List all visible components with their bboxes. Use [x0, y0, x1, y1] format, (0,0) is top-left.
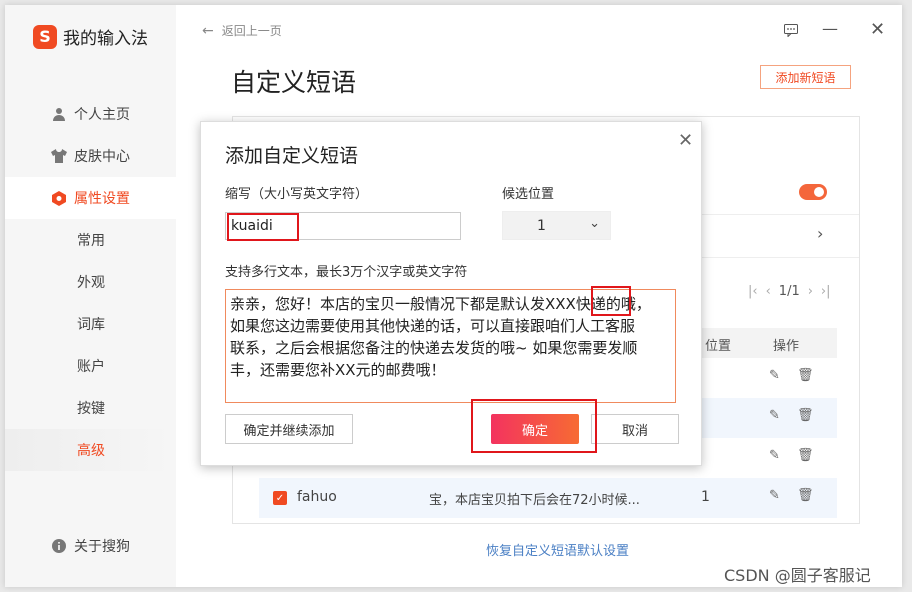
sidebar-item-label: 皮肤中心	[74, 149, 130, 165]
edit-icon[interactable]: ✎	[769, 408, 780, 423]
sidebar-item-skins[interactable]: 皮肤中心	[5, 135, 176, 177]
row-abbr: fahuo	[297, 489, 337, 505]
chevron-down-icon: ⌄	[589, 216, 600, 231]
last-page-icon[interactable]: ›|	[821, 284, 831, 299]
trash-icon[interactable]: 🗑	[797, 448, 814, 463]
highlight-box-confirm	[471, 399, 597, 453]
sidebar-sub-advanced[interactable]: 高级	[5, 429, 176, 471]
sidebar: S 我的输入法 个人主页 皮肤中心 属性设置 常用 外观 词库 账户 按键 高级	[5, 5, 176, 587]
app-logo: S 我的输入法	[33, 24, 148, 49]
row-checkbox[interactable]: ✓	[273, 491, 287, 505]
prev-page-icon[interactable]: ‹	[766, 284, 771, 299]
sidebar-item-about[interactable]: 关于搜狗	[5, 525, 176, 567]
feedback-icon[interactable]	[784, 22, 798, 41]
highlight-box-abbr	[227, 213, 299, 241]
shirt-icon	[51, 148, 67, 164]
close-icon[interactable]: ✕	[678, 130, 693, 151]
person-icon	[51, 106, 67, 122]
page-indicator: 1/1	[778, 284, 800, 299]
trash-icon[interactable]: 🗑	[797, 488, 814, 503]
watermark: CSDN @圆子客服记	[724, 566, 871, 585]
dialog-title: 添加自定义短语	[225, 145, 359, 167]
minimize-icon[interactable]: —	[822, 19, 838, 38]
sidebar-sub-keys[interactable]: 按键	[5, 387, 176, 429]
row-content: 宝，本店宝贝拍下后会在72小时候...	[429, 493, 640, 508]
restore-defaults-link[interactable]: 恢复自定义短语默认设置	[486, 540, 629, 559]
close-window-icon[interactable]: ✕	[870, 19, 885, 40]
back-link[interactable]: ← 返回上一页	[202, 22, 282, 39]
table-row: ✓ fahuo 宝，本店宝贝拍下后会在72小时候... 1 ✎ 🗑	[259, 478, 837, 518]
sidebar-sub-common[interactable]: 常用	[5, 219, 176, 261]
enable-phrase-toggle[interactable]	[799, 184, 827, 200]
trash-icon[interactable]: 🗑	[797, 408, 814, 423]
sidebar-item-label: 关于搜狗	[74, 539, 130, 555]
info-icon	[51, 538, 67, 554]
app-title: 我的输入法	[63, 29, 148, 49]
column-actions: 操作	[773, 339, 800, 354]
chevron-right-icon[interactable]: ›	[817, 224, 823, 243]
content-label: 支持多行文本，最长3万个汉字或英文字符	[225, 265, 468, 280]
sidebar-sub-lexicon[interactable]: 词库	[5, 303, 176, 345]
arrow-left-icon: ←	[202, 22, 214, 39]
highlight-box-keyword	[591, 286, 631, 316]
column-position: 位置	[705, 339, 732, 354]
confirm-continue-button[interactable]: 确定并继续添加	[225, 414, 353, 444]
edit-icon[interactable]: ✎	[769, 488, 780, 503]
sidebar-item-label: 属性设置	[74, 191, 130, 207]
abbr-label: 缩写（大小写英文字符）	[225, 187, 369, 202]
edit-icon[interactable]: ✎	[769, 368, 780, 383]
back-label: 返回上一页	[221, 24, 282, 38]
sidebar-sub-account[interactable]: 账户	[5, 345, 176, 387]
sidebar-sub-appearance[interactable]: 外观	[5, 261, 176, 303]
add-phrase-button[interactable]: 添加新短语	[760, 65, 851, 89]
sidebar-item-home[interactable]: 个人主页	[5, 93, 176, 135]
hexagon-settings-icon	[51, 190, 67, 206]
sidebar-item-label: 个人主页	[74, 107, 130, 123]
trash-icon[interactable]: 🗑	[797, 368, 814, 383]
position-label: 候选位置	[502, 187, 555, 202]
next-page-icon[interactable]: ›	[808, 284, 813, 299]
row-position: 1	[701, 489, 710, 505]
sogou-logo-icon: S	[33, 24, 57, 49]
first-page-icon[interactable]: |‹	[748, 284, 758, 299]
sidebar-item-properties[interactable]: 属性设置	[5, 177, 176, 219]
position-value: 1	[537, 217, 546, 234]
position-select[interactable]: 1 ⌄	[502, 211, 611, 240]
pagination: |‹ ‹ 1/1 › ›|	[748, 284, 831, 299]
page-title: 自定义短语	[231, 68, 357, 97]
edit-icon[interactable]: ✎	[769, 448, 780, 463]
cancel-button[interactable]: 取消	[591, 414, 679, 444]
